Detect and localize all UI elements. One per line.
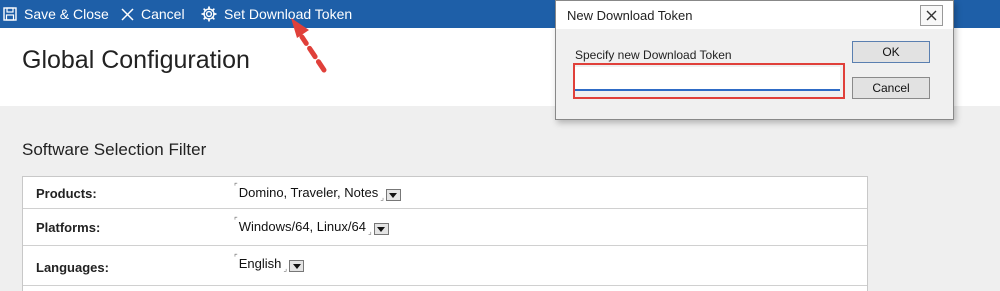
save-close-label: Save & Close bbox=[24, 6, 109, 22]
languages-value: English bbox=[238, 256, 282, 271]
input-highlight-box bbox=[573, 63, 845, 99]
field-start-marker: ⌜ bbox=[234, 182, 238, 191]
filter-table: Products: ⌜ Domino, Traveler, Notes ⌟ Pl… bbox=[22, 176, 868, 291]
platforms-field[interactable]: ⌜ Windows/64, Linux/64 ⌟ bbox=[234, 216, 389, 236]
platforms-value: Windows/64, Linux/64 bbox=[238, 219, 366, 234]
field-start-marker: ⌜ bbox=[234, 216, 238, 225]
cancel-label: Cancel bbox=[141, 6, 185, 22]
set-download-token-button[interactable]: Set Download Token bbox=[201, 0, 352, 28]
save-close-button[interactable]: Save & Close bbox=[3, 0, 109, 28]
new-download-token-dialog: New Download Token Specify new Download … bbox=[555, 0, 954, 120]
close-icon bbox=[121, 7, 134, 21]
set-download-token-label: Set Download Token bbox=[224, 6, 353, 22]
chevron-down-icon bbox=[377, 226, 386, 232]
field-start-marker: ⌜ bbox=[234, 253, 238, 262]
field-end-marker: ⌟ bbox=[380, 193, 384, 202]
token-field-label: Specify new Download Token bbox=[575, 48, 732, 62]
filter-row-platforms: Platforms: ⌜ Windows/64, Linux/64 ⌟ bbox=[23, 208, 867, 246]
save-icon bbox=[3, 7, 17, 21]
filter-row-languages: Languages: ⌜ English ⌟ bbox=[23, 245, 867, 286]
languages-field[interactable]: ⌜ English ⌟ bbox=[234, 253, 305, 273]
languages-dropdown-button[interactable] bbox=[289, 260, 305, 272]
platforms-dropdown-button[interactable] bbox=[373, 223, 389, 235]
page-title: Global Configuration bbox=[22, 46, 250, 74]
chevron-down-icon bbox=[389, 192, 398, 198]
dialog-cancel-button[interactable]: Cancel bbox=[852, 77, 930, 99]
field-end-marker: ⌟ bbox=[367, 227, 372, 236]
gear-icon bbox=[201, 6, 217, 22]
cancel-button[interactable]: Cancel bbox=[121, 0, 185, 28]
chevron-down-icon bbox=[292, 263, 301, 269]
products-label: Products: bbox=[36, 186, 97, 201]
products-value: Domino, Traveler, Notes bbox=[238, 185, 379, 200]
field-end-marker: ⌟ bbox=[283, 264, 288, 273]
filter-row-products: Products: ⌜ Domino, Traveler, Notes ⌟ bbox=[23, 177, 867, 209]
dialog-titlebar[interactable]: New Download Token bbox=[556, 1, 953, 29]
languages-label: Languages: bbox=[36, 260, 109, 275]
close-icon bbox=[926, 10, 937, 21]
dialog-close-button[interactable] bbox=[920, 5, 943, 26]
dialog-title: New Download Token bbox=[567, 8, 693, 23]
products-dropdown-button[interactable] bbox=[385, 189, 401, 201]
platforms-label: Platforms: bbox=[36, 220, 101, 235]
ok-button[interactable]: OK bbox=[852, 41, 930, 63]
products-field[interactable]: ⌜ Domino, Traveler, Notes ⌟ bbox=[234, 182, 401, 202]
section-title: Software Selection Filter bbox=[22, 140, 207, 159]
